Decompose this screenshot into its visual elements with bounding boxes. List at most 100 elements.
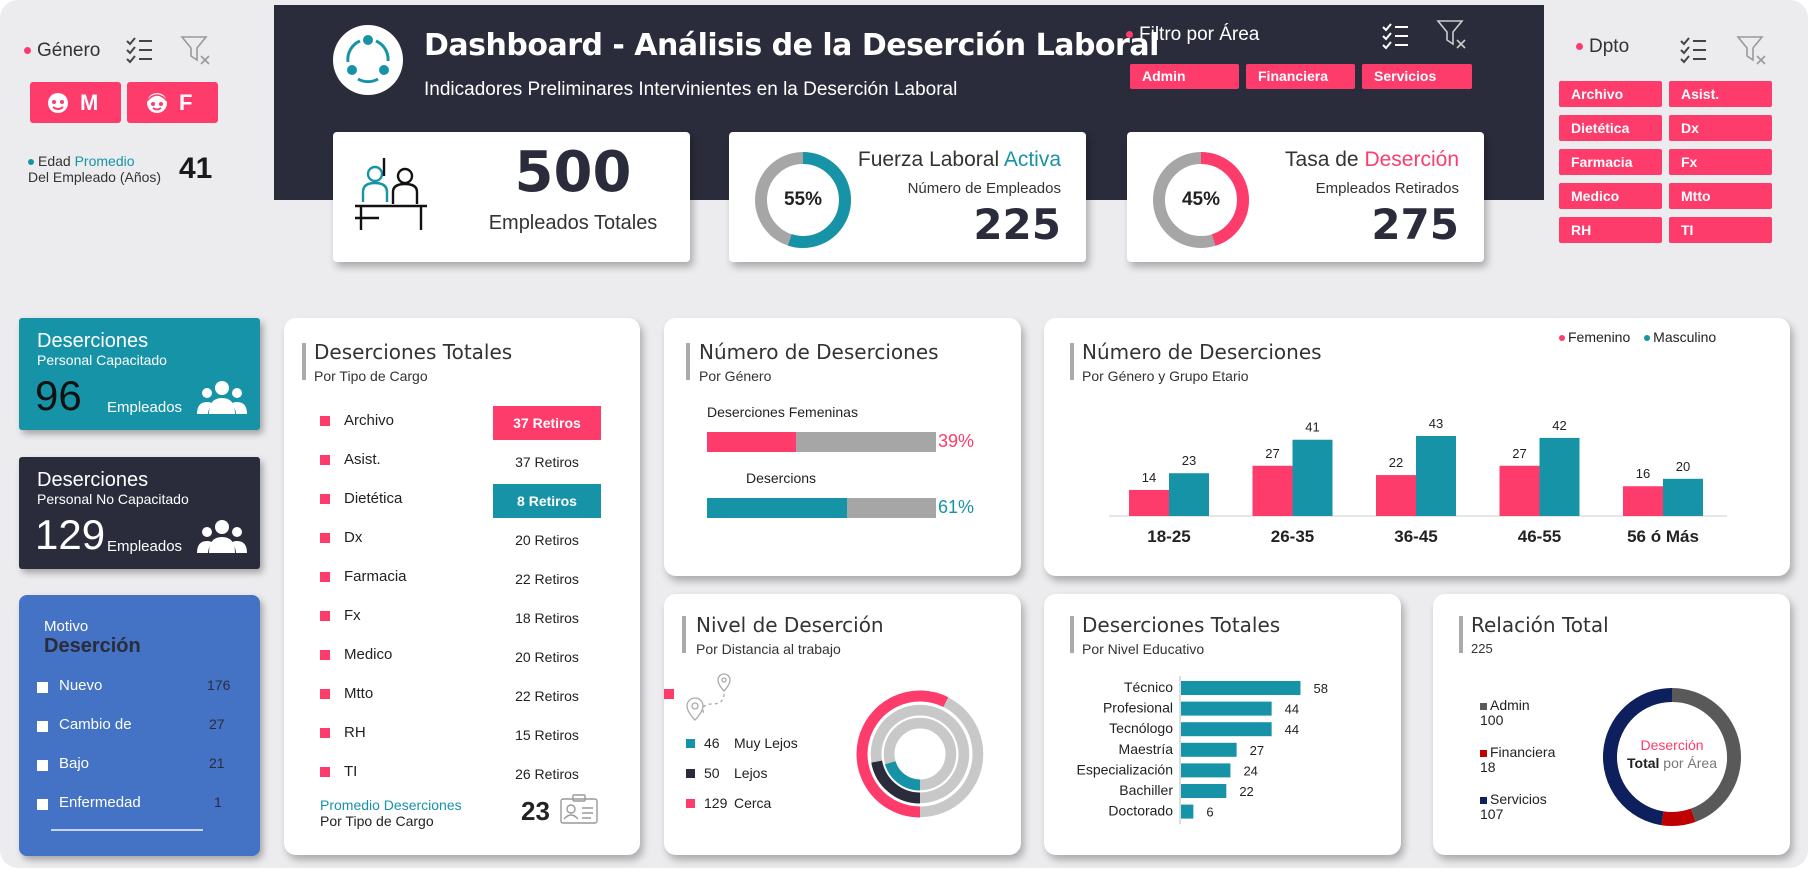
clear-filter-icon[interactable] bbox=[180, 34, 212, 66]
motivo-item[interactable]: Nuevo 176 bbox=[37, 677, 237, 716]
relacion-legend-item: Servicios 107 bbox=[1480, 791, 1547, 822]
data-label: 14 bbox=[1142, 470, 1156, 485]
gender-m-button[interactable]: M bbox=[30, 82, 121, 123]
kpi-desercion-title: Tasa de Deserción bbox=[1285, 148, 1459, 171]
cap-value: 96 bbox=[35, 372, 82, 419]
nivel-legend-item: 129 Cerca bbox=[686, 788, 798, 818]
bar-femenino bbox=[1376, 475, 1416, 516]
cargo-row[interactable]: Dx 20 Retiros bbox=[320, 523, 620, 562]
cargo-row[interactable]: Mtto 22 Retiros bbox=[320, 679, 620, 718]
cargo-row[interactable]: RH 15 Retiros bbox=[320, 718, 620, 757]
data-label: 44 bbox=[1285, 722, 1299, 737]
cargo-row[interactable]: Fx 18 Retiros bbox=[320, 601, 620, 640]
category-label: Tecnólogo bbox=[1109, 720, 1173, 736]
motivo-item-value: 21 bbox=[209, 755, 225, 771]
cargo-row[interactable]: Archivo 37 Retiros bbox=[320, 406, 620, 445]
kpi-desercion-pct: 45% bbox=[1181, 189, 1221, 210]
dpto-item-rh[interactable]: RH bbox=[1559, 217, 1662, 243]
gender-f-button[interactable]: F bbox=[127, 82, 218, 123]
cargo-row-name: Dietética bbox=[344, 490, 403, 507]
area-filter-servicios[interactable]: Servicios bbox=[1362, 64, 1472, 89]
dpto-item-dietetica[interactable]: Dietética bbox=[1559, 115, 1662, 141]
category-label: Doctorado bbox=[1108, 803, 1173, 819]
row-marker bbox=[320, 572, 330, 582]
nivel-sub: Por Distancia al trabajo bbox=[696, 641, 841, 657]
cargo-promedio-label: Promedio Deserciones Por Tipo de Cargo bbox=[320, 797, 462, 829]
bar-masculino bbox=[1663, 478, 1703, 516]
relacion-legend-item: Financiera 18 bbox=[1480, 744, 1556, 775]
page-title: Dashboard - Análisis de la Deserción Lab… bbox=[424, 28, 1159, 63]
data-label: 27 bbox=[1512, 446, 1526, 461]
cargo-row-name: Mtto bbox=[344, 685, 374, 702]
kpi-total-label: Empleados Totales bbox=[488, 212, 658, 234]
bar-masculino bbox=[1292, 439, 1333, 516]
mas-pct: 61% bbox=[938, 497, 975, 517]
dpto-slicer-title: Dpto bbox=[1576, 36, 1629, 58]
cap-sub: Personal Capacitado bbox=[37, 352, 167, 368]
category-label: 18-25 bbox=[1147, 527, 1190, 546]
bar bbox=[1181, 763, 1231, 778]
data-label: 58 bbox=[1313, 681, 1327, 696]
cargo-row-value: 15 Retiros bbox=[515, 727, 579, 743]
cargo-row-name: Farmacia bbox=[344, 568, 407, 585]
cargo-row[interactable]: Asist. 37 Retiros bbox=[320, 445, 620, 484]
bar bbox=[1181, 742, 1237, 757]
fem-bar-fill bbox=[707, 432, 797, 452]
gender-f-label: F bbox=[179, 90, 193, 115]
data-label: 23 bbox=[1182, 453, 1196, 468]
area-multiselect-icon[interactable] bbox=[1380, 20, 1410, 50]
cargo-sub: Por Tipo de Cargo bbox=[314, 368, 428, 384]
cargo-row[interactable]: Farmacia 22 Retiros bbox=[320, 562, 620, 601]
bar-femenino bbox=[1499, 465, 1540, 516]
dpto-item-farmacia[interactable]: Farmacia bbox=[1559, 149, 1662, 175]
row-marker bbox=[320, 767, 330, 777]
multiselect-icon[interactable] bbox=[124, 34, 154, 64]
row-marker bbox=[320, 494, 330, 504]
employees-desk-icon bbox=[355, 158, 427, 230]
dpto-item-fx[interactable]: Fx bbox=[1669, 149, 1772, 175]
cargo-row[interactable]: Medico 20 Retiros bbox=[320, 640, 620, 679]
motivo-scrollbar[interactable] bbox=[51, 829, 203, 831]
page-subtitle: Indicadores Preliminares Intervinientes … bbox=[424, 79, 958, 100]
motivo-item[interactable]: Enfermedad 1 bbox=[37, 794, 237, 833]
edad-promedio-label: Edad Promedio Del Empleado (Años) bbox=[28, 153, 162, 185]
data-label: 43 bbox=[1429, 416, 1443, 431]
cargo-row-name: Archivo bbox=[344, 412, 395, 429]
dpto-item-archivo[interactable]: Archivo bbox=[1559, 81, 1662, 107]
dpto-item-ti[interactable]: TI bbox=[1669, 217, 1772, 243]
cargo-row[interactable]: TI 26 Retiros bbox=[320, 757, 620, 796]
area-filter-financiera[interactable]: Financiera bbox=[1246, 64, 1355, 89]
cargo-promedio-value: 23 bbox=[521, 796, 550, 826]
kpi-activa-title: Fuerza Laboral Activa bbox=[857, 148, 1061, 171]
dpto-item-mtto[interactable]: Mtto bbox=[1669, 183, 1772, 209]
dpto-item-asist[interactable]: Asist. bbox=[1669, 81, 1772, 107]
cargo-row-name: Asist. bbox=[344, 451, 381, 468]
row-marker bbox=[320, 728, 330, 738]
motivo-item[interactable]: Cambio de 27 bbox=[37, 716, 237, 755]
cargo-row-value: 8 Retiros bbox=[493, 484, 601, 518]
dpto-item-medico[interactable]: Medico bbox=[1559, 183, 1662, 209]
cargo-row-name: Dx bbox=[344, 529, 363, 546]
gender-m-label: M bbox=[80, 90, 99, 115]
cargo-row[interactable]: Dietética 8 Retiros bbox=[320, 484, 620, 523]
dpto-clear-filter-icon[interactable] bbox=[1736, 34, 1768, 66]
female-face-icon bbox=[146, 93, 168, 113]
area-clear-filter-icon[interactable] bbox=[1436, 18, 1468, 50]
dpto-multiselect-icon[interactable] bbox=[1678, 34, 1708, 64]
row-marker bbox=[320, 416, 330, 426]
mas-label: Desercions bbox=[746, 470, 817, 486]
row-marker bbox=[320, 689, 330, 699]
accent-bar bbox=[682, 616, 686, 653]
motivo-item[interactable]: Bajo 21 bbox=[37, 755, 237, 794]
people-group-icon bbox=[197, 381, 247, 414]
etario-card: Número de Deserciones Por Género y Grupo… bbox=[1044, 318, 1790, 576]
data-label: 44 bbox=[1285, 702, 1299, 717]
area-filter-admin[interactable]: Admin bbox=[1130, 64, 1239, 89]
cap-unit: Empleados bbox=[107, 399, 183, 416]
educ-chart: Técnico 58 Profesional 44 Tecnólogo 44 Maestrí… bbox=[1077, 676, 1328, 825]
relacion-legend: Admin 100 Financiera 18 Servicios 107 bbox=[1480, 698, 1555, 839]
cargo-row-name: TI bbox=[344, 763, 358, 780]
cargo-row-value: 26 Retiros bbox=[515, 766, 579, 782]
etario-chart: 14 23 18-25 27 41 26-35 22 43 36-45 27 42 46-55 16 20… bbox=[1109, 416, 1727, 546]
dpto-item-dx[interactable]: Dx bbox=[1669, 115, 1772, 141]
